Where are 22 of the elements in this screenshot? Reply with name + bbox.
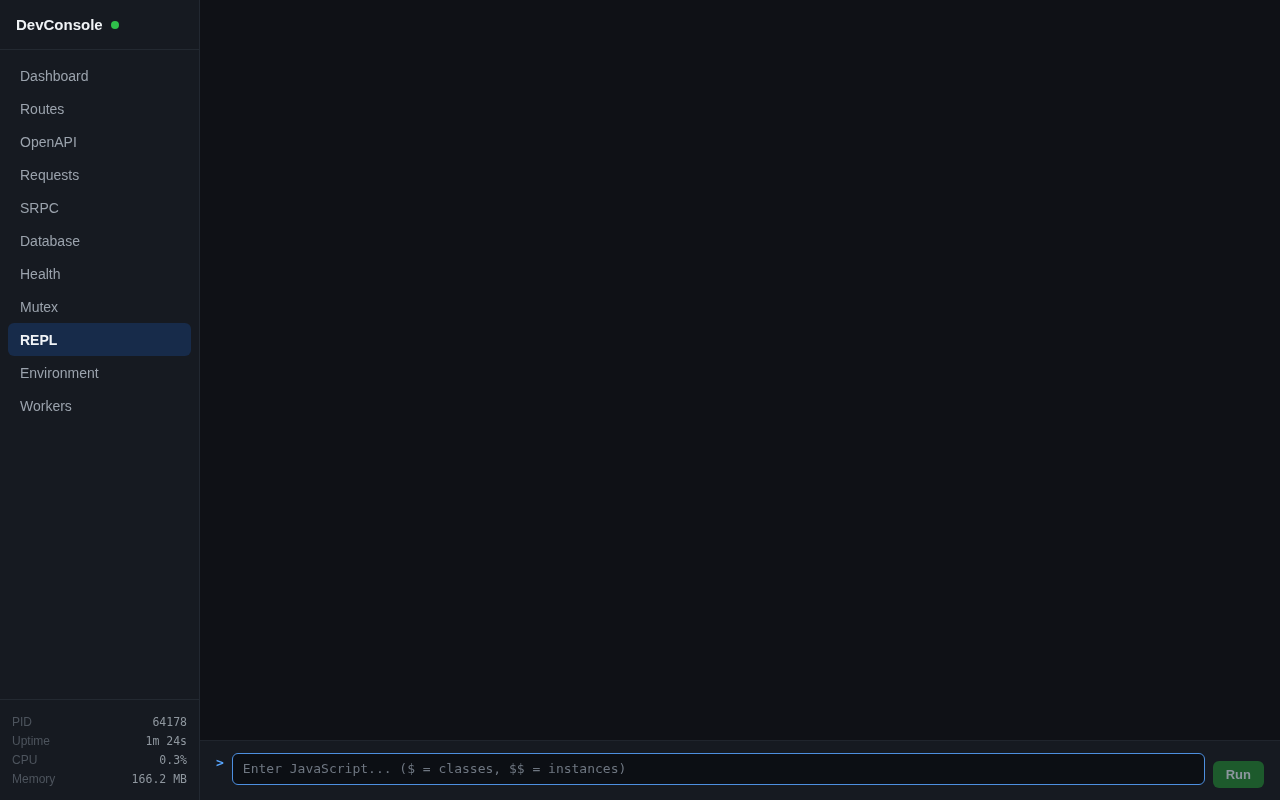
nav-item[interactable]: OpenAPI <box>8 125 191 158</box>
stat-label: Memory <box>12 771 56 786</box>
stat-label: Uptime <box>12 733 50 748</box>
stat-value: 1m 24s <box>145 733 187 748</box>
stat-label: CPU <box>12 752 38 767</box>
code-input-field[interactable]: Enter JavaScript... ($ = classes, $$ = instances) <box>231 752 1205 785</box>
nav-item[interactable]: Routes <box>8 92 191 125</box>
nav-item[interactable]: Workers <box>8 389 191 422</box>
prompt-symbol: > <box>216 755 224 770</box>
stat-value: 0.3% <box>159 752 187 767</box>
nav-item[interactable]: Dashboard <box>8 59 191 92</box>
nav-item[interactable]: Environment <box>8 356 191 389</box>
nav-item[interactable]: SRPC <box>8 191 191 224</box>
app-title: DevConsole <box>16 16 103 33</box>
nav-item[interactable]: REPL <box>8 323 191 356</box>
nav-item[interactable]: Health <box>8 257 191 290</box>
nav-item[interactable]: Mutex <box>8 290 191 323</box>
stat-value: 64178 <box>152 714 187 729</box>
nav-item[interactable]: Requests <box>8 158 191 191</box>
stat-label: PID <box>12 714 32 729</box>
nav-item[interactable]: Database <box>8 224 191 257</box>
stat-value: 166.2 MB <box>131 771 187 786</box>
